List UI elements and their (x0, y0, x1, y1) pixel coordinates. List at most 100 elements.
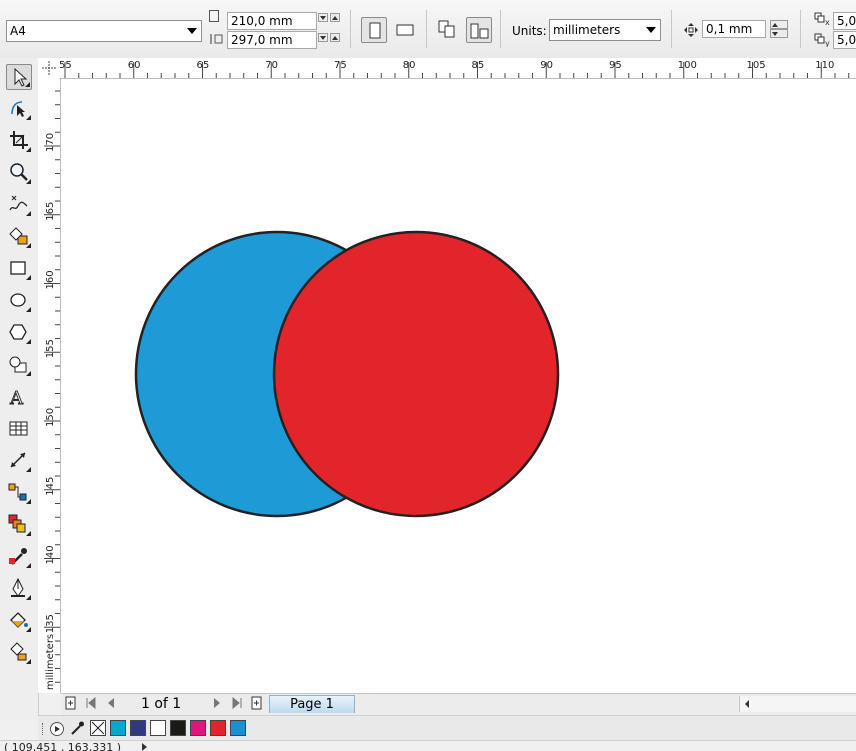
pages-icon (438, 20, 455, 38)
smart-fill-tool-button[interactable] (6, 224, 32, 250)
ruler-label: 160 (45, 270, 56, 289)
horizontal-scrollbar[interactable] (737, 696, 856, 712)
scroll-left-icon (737, 698, 749, 710)
last-page-button[interactable] (229, 696, 245, 712)
ruler-label: 165 (45, 202, 56, 221)
connector-tool-button[interactable] (6, 480, 32, 506)
zoom-tool-button[interactable] (6, 160, 32, 186)
dimension-tool-button[interactable] (6, 448, 32, 474)
palette-grip[interactable] (42, 723, 47, 735)
basic-shapes-tool-button[interactable] (6, 352, 32, 378)
ruler-unit-label: millimeters (45, 634, 56, 690)
paper-size-select[interactable]: A4 (6, 20, 202, 42)
pick-tool-button[interactable] (6, 64, 32, 90)
outline-tool-button[interactable] (6, 576, 32, 602)
page-tab-label: Page 1 (290, 697, 334, 712)
ruler-label: 150 (45, 408, 56, 427)
ruler-label: 105 (747, 60, 766, 71)
divider (350, 10, 351, 48)
portrait-icon (369, 22, 381, 39)
flyout-icon (26, 627, 31, 632)
all-pages-button[interactable] (434, 17, 460, 43)
fill-tool-button[interactable] (6, 608, 32, 634)
ruler-origin-icon (42, 61, 56, 75)
polygon-tool-button[interactable] (6, 320, 32, 346)
chevron-down-icon (187, 28, 197, 34)
ruler-label: 110 (815, 60, 834, 71)
height-spin-up[interactable] (330, 33, 340, 42)
eyedropper-icon (71, 721, 84, 735)
ruler-origin[interactable] (38, 58, 61, 79)
drawing-surface (134, 230, 560, 518)
paper-size-value: A4 (10, 24, 26, 38)
nudge-spin-up[interactable] (770, 20, 788, 29)
page-tab[interactable]: Page 1 (269, 695, 355, 713)
color-palette (38, 715, 856, 741)
duplicate-y-field[interactable]: 5,0 (833, 31, 856, 49)
vertical-ruler[interactable]: 170 165 160 155 150 145 140 135 millimeters (38, 78, 61, 693)
duplicate-y-icon: y (814, 33, 832, 50)
crop-tool-button[interactable] (6, 128, 32, 154)
height-spin-down[interactable] (318, 33, 328, 42)
current-page-button[interactable] (466, 17, 492, 43)
next-page-button[interactable] (209, 696, 225, 712)
color-swatch[interactable] (150, 720, 166, 736)
color-swatch[interactable] (190, 720, 206, 736)
landscape-button[interactable] (392, 17, 418, 43)
page-width-value: 210,0 mm (231, 14, 293, 28)
nudge-field[interactable]: 0,1 mm (702, 20, 766, 38)
eyedropper-palette-button[interactable] (69, 720, 85, 739)
page-counter: 1 of 1 (141, 696, 182, 712)
color-swatch[interactable] (230, 720, 246, 736)
palette-menu-button[interactable] (49, 721, 65, 740)
ellipse-tool-button[interactable] (6, 288, 32, 314)
text-tool-button[interactable]: A (6, 384, 32, 410)
insert-page-before-button[interactable] (63, 696, 79, 712)
ruler-label: 100 (678, 60, 697, 71)
page-height-field[interactable]: 297,0 mm (227, 31, 317, 49)
width-spin-down[interactable] (318, 13, 328, 22)
ruler-label: 140 (45, 545, 56, 564)
flyout-icon (26, 147, 31, 152)
first-page-icon (86, 696, 96, 710)
horizontal-ruler[interactable]: 55 60 65 70 75 80 85 90 95 100 105 110 (59, 58, 856, 79)
previous-page-button[interactable] (103, 696, 119, 712)
table-tool-button[interactable] (6, 416, 32, 442)
previous-page-icon (108, 698, 114, 708)
flyout-icon (26, 115, 31, 120)
duplicate-x-icon: x (814, 12, 832, 29)
add-page-icon (251, 696, 262, 710)
flyout-icon (26, 499, 31, 504)
page-width-field[interactable]: 210,0 mm (227, 12, 317, 30)
ruler-label: 95 (609, 60, 622, 71)
units-select[interactable]: millimeters (549, 19, 661, 41)
shape-tool-button[interactable] (6, 96, 32, 122)
blend-tool-button[interactable] (6, 512, 32, 538)
freehand-tool-button[interactable] (6, 192, 32, 218)
units-label: Units: (512, 24, 547, 38)
width-spin-up[interactable] (330, 13, 340, 22)
portrait-button[interactable] (361, 17, 387, 43)
eyedropper-tool-button[interactable] (6, 544, 32, 570)
first-page-button[interactable] (83, 696, 99, 712)
insert-page-after-button[interactable] (249, 696, 265, 712)
color-swatch[interactable] (130, 720, 146, 736)
nudge-spin-down[interactable] (770, 29, 788, 38)
red-circle[interactable] (272, 230, 560, 518)
flyout-icon (26, 243, 31, 248)
interactive-fill-tool-button[interactable] (6, 640, 32, 666)
duplicate-x-field[interactable]: 5,0 (833, 12, 856, 30)
rectangle-tool-button[interactable] (6, 256, 32, 282)
drawing-canvas[interactable] (61, 79, 856, 693)
color-swatch[interactable] (170, 720, 186, 736)
ruler-label: 155 (45, 339, 56, 358)
ruler-label: 65 (197, 60, 210, 71)
ruler-label: 70 (265, 60, 278, 71)
color-swatch[interactable] (210, 720, 226, 736)
ruler-label: 135 (45, 614, 56, 633)
color-swatch[interactable] (110, 720, 126, 736)
no-color-swatch[interactable] (90, 720, 106, 736)
divider (671, 10, 672, 48)
play-circle-icon (50, 722, 64, 736)
flyout-icon (26, 659, 31, 664)
